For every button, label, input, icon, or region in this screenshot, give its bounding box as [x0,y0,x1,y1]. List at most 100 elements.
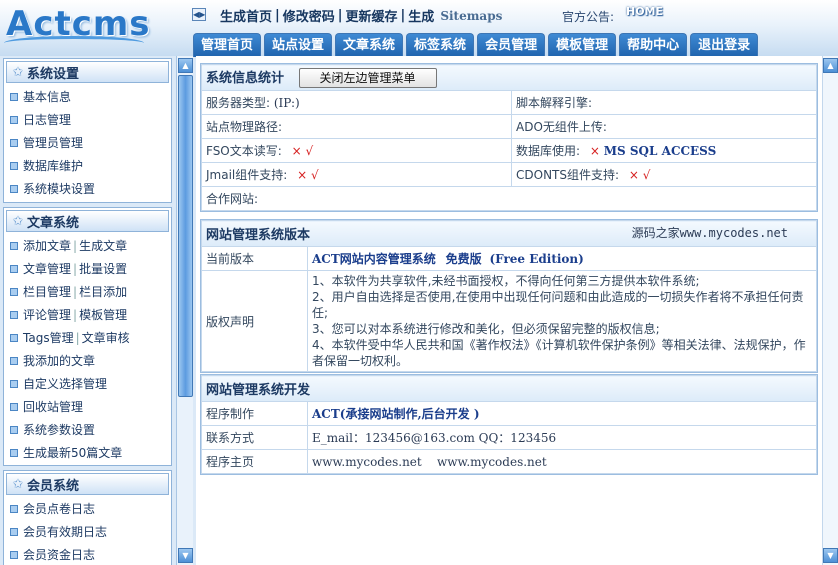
menu-group-system: ✩ 系统设置 基本信息 日志管理 管理员管理 数据库维护 系统模块设置 [3,58,172,203]
double-arrow-icon[interactable]: ◀▶ [192,8,206,21]
panel-title-row: 网站管理系统版本 源码之家www.mycodes.net [201,220,817,247]
database-label: 数据库使用: [516,144,581,158]
sidebar: ✩ 系统设置 基本信息 日志管理 管理员管理 数据库维护 系统模块设置 ✩ 文章… [0,56,176,565]
sidebar-item-recycle-bin[interactable]: 回收站管理 [4,395,171,418]
sidebar-item-add-article[interactable]: 添加文章 [23,237,71,254]
tab-template-management[interactable]: 模板管理 [548,33,617,57]
sidebar-item-category-manage[interactable]: 栏目管理 [23,283,71,300]
sidebar-item-system-params[interactable]: 系统参数设置 [4,418,171,441]
homepage-cell: www.mycodes.net www.mycodes.net [307,449,817,474]
quicklink-generate-home[interactable]: 生成首页 [220,6,272,25]
quicklink-update-cache[interactable]: 更新缓存 [346,6,398,25]
tab-admin-home[interactable]: 管理首页 [193,33,262,57]
sidebar-item-comment-manage[interactable]: 评论管理 [23,306,71,323]
scroll-down-icon[interactable]: ▼ [178,548,193,563]
notice-text[interactable]: HOME [626,5,663,18]
sidebar-item-template-manage[interactable]: 模板管理 [79,306,127,323]
copyright-label: 版权声明 [201,270,308,372]
sidebar-item-label: 系统模块设置 [23,182,96,196]
square-bullet-icon [10,425,18,434]
sidebar-item-article-review[interactable]: 文章审核 [82,329,130,346]
square-bullet-icon [10,115,18,124]
sidebar-item-my-articles[interactable]: 我添加的文章 [4,349,171,372]
cross-icon: × [291,144,302,158]
divider: | [73,261,78,276]
site-note: 源码之家www.mycodes.net [631,226,788,240]
sidebar-item-label: 基本信息 [23,90,72,104]
sidebar-item-batch-settings[interactable]: 批量设置 [79,260,127,277]
tab-article-system[interactable]: 文章系统 [335,33,404,57]
sidebar-item-admins[interactable]: 管理员管理 [4,131,171,154]
database-cell: 数据库使用: × MS SQL ACCESS [511,138,817,163]
cross-icon: × [628,168,639,182]
sidebar-item-pair: Tags管理 | 文章审核 [4,326,171,349]
square-bullet-icon [10,333,18,342]
sidebar-item-custom-select[interactable]: 自定义选择管理 [4,372,171,395]
panel-version: 网站管理系统版本 源码之家www.mycodes.net 当前版本 ACT网站内… [200,219,818,373]
panel-title: 网站管理系统开发 [206,383,311,398]
quicklink-separator: | [275,8,280,23]
sidebar-item-generate-latest[interactable]: 生成最新50篇文章 [4,441,171,464]
copyright-line: 4、本软件受中华人民共和国《著作权法》《计算机软件保护条例》等相关法律、法规保护… [312,338,806,368]
sidebar-item-log[interactable]: 日志管理 [4,108,171,131]
sidebar-scrollbar[interactable]: ▲ ▼ [176,56,193,565]
homepage-value[interactable]: www.mycodes.net www.mycodes.net [312,455,547,469]
menu-group-header[interactable]: ✩ 会员系统 [6,473,169,495]
contact-value[interactable]: E_mail：123456@163.com QQ：123456 [312,431,556,445]
square-bullet-icon [10,184,18,193]
menu-group-header[interactable]: ✩ 文章系统 [6,210,169,232]
ado-label: ADO无组件上传: [516,120,607,134]
star-icon: ✩ [12,64,24,80]
star-icon: ✩ [12,213,24,229]
current-version-edition: 免费版 [445,252,482,266]
quicklink-generate[interactable]: 生成 [408,6,434,25]
sidebar-item-pair: 文章管理 | 批量设置 [4,257,171,280]
square-bullet-icon [10,310,18,319]
panel-system-info: 系统信息统计 关闭左边管理菜单 服务器类型: (IP:) 脚本解释引擎: 站点物… [200,63,818,212]
current-version-name: ACT网站内容管理系统 [312,252,436,266]
sidebar-item-member-funds-log[interactable]: 会员资金日志 [4,543,171,565]
tab-help-center[interactable]: 帮助中心 [619,33,688,57]
check-icon: √ [305,144,314,158]
sidebar-item-member-validity-log[interactable]: 会员有效期日志 [4,520,171,543]
sidebar-item-article-manage[interactable]: 文章管理 [23,260,71,277]
sidebar-item-tags-manage[interactable]: Tags管理 [23,329,74,346]
sidebar-item-modules[interactable]: 系统模块设置 [4,177,171,200]
tab-tag-system[interactable]: 标签系统 [406,33,475,57]
scroll-up-icon[interactable]: ▲ [823,58,838,73]
sidebar-item-basic-info[interactable]: 基本信息 [4,85,171,108]
menu-group-title: 系统设置 [27,66,80,82]
scrollbar-thumb[interactable] [178,75,193,397]
sidebar-item-category-add[interactable]: 栏目添加 [79,283,127,300]
sidebar-item-member-points-log[interactable]: 会员点卷日志 [4,497,171,520]
panel-title-row: 系统信息统计 关闭左边管理菜单 [201,64,817,91]
quicklink-separator: | [337,8,343,23]
sidebar-item-label: 管理员管理 [23,136,84,150]
quicklink-change-password[interactable]: 修改密码 [283,6,335,25]
quicklink-sitemaps[interactable]: Sitemaps [440,9,502,23]
menu-group-header[interactable]: ✩ 系统设置 [6,61,169,83]
square-bullet-icon [10,550,18,559]
tab-member-management[interactable]: 会员管理 [477,33,546,57]
tab-logout[interactable]: 退出登录 [690,33,759,57]
cross-icon: × [589,144,600,158]
tab-site-settings[interactable]: 站点设置 [264,33,333,57]
square-bullet-icon [10,379,18,388]
partner-cell: 合作网站: [201,186,817,211]
author-label: 程序制作 [201,401,308,426]
main-scrollbar[interactable]: ▲ ▼ [822,56,838,565]
square-bullet-icon [10,264,18,273]
close-menu-button[interactable]: 关闭左边管理菜单 [298,68,437,88]
sidebar-item-pair: 添加文章 | 生成文章 [4,234,171,257]
sidebar-item-generate-article[interactable]: 生成文章 [79,237,127,254]
sidebar-item-database[interactable]: 数据库维护 [4,154,171,177]
scroll-down-icon[interactable]: ▼ [823,548,838,563]
square-bullet-icon [10,138,18,147]
square-bullet-icon [10,504,18,513]
scroll-up-icon[interactable]: ▲ [178,58,193,73]
panel-title: 系统信息统计 [206,71,285,86]
script-engine-label: 脚本解释引擎: [516,96,593,110]
sidebar-item-label: 系统参数设置 [23,423,96,437]
current-version-edition-en: (Free Edition) [489,252,584,266]
sidebar-item-label: 数据库维护 [23,159,84,173]
